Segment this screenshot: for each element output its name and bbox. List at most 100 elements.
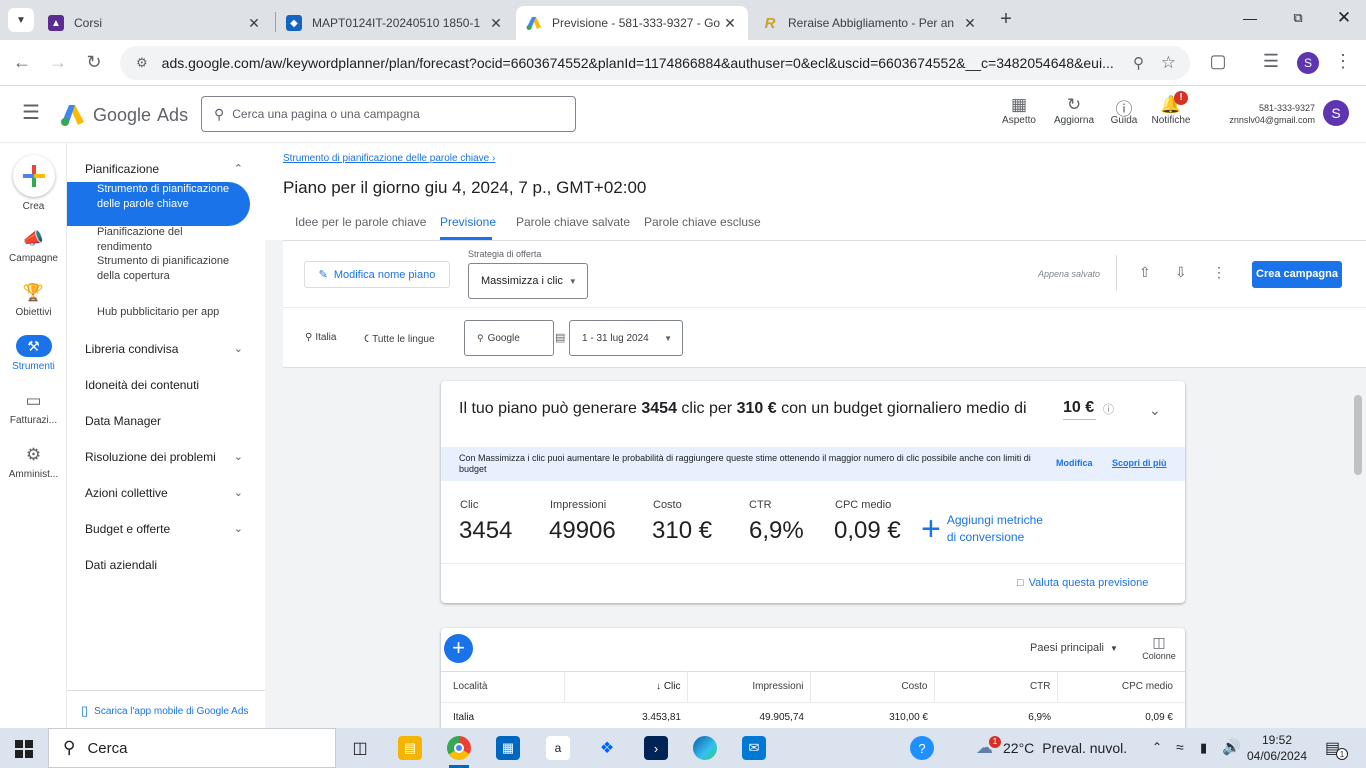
back-icon[interactable]: ← — [10, 52, 34, 73]
mail-icon[interactable]: ✉ — [742, 736, 766, 760]
more-options-icon[interactable]: ⋮ — [1212, 264, 1226, 281]
tab-keyword-ideas[interactable]: Idee per le parole chiave — [295, 215, 426, 229]
column-header-sorted[interactable]: ↓ Clic — [564, 671, 688, 703]
daily-budget-input[interactable]: 10 € — [1063, 399, 1096, 420]
wifi-icon[interactable]: ≈ — [1176, 739, 1184, 755]
sidebar-item-app-hub[interactable]: Hub pubblicitario per app — [97, 305, 267, 320]
browser-tab[interactable]: R Reraise Abbigliamento - Per an ✕ — [752, 6, 988, 40]
date-range-select[interactable]: 1 - 31 lug 2024 ▼ — [569, 320, 683, 356]
create-campaign-button[interactable]: Crea campagna — [1252, 261, 1342, 288]
battery-icon[interactable]: ▮ — [1200, 740, 1207, 756]
account-info[interactable]: 581-333-9327 znnslv04@gmail.com — [1210, 102, 1315, 126]
sidebar-section-troubleshooting[interactable]: Risoluzione dei problemi ⌄ — [85, 450, 255, 464]
scrollbar[interactable] — [1350, 381, 1366, 728]
column-header[interactable]: Località — [441, 671, 565, 703]
mobile-app-link[interactable]: ▯ Scarica l'app mobile di Google Ads — [81, 703, 248, 719]
column-header[interactable]: Impressioni — [687, 671, 811, 703]
dropbox-icon[interactable]: ❖ — [595, 736, 619, 760]
address-bar[interactable]: ⚙ ads.google.com/aw/keywordplanner/plan/… — [120, 46, 1190, 80]
edge-icon[interactable] — [693, 736, 717, 760]
store-icon[interactable]: ▦ — [496, 736, 520, 760]
notifications-button[interactable]: 🔔 Notifiche ! — [1141, 91, 1201, 126]
chrome-icon[interactable] — [447, 736, 471, 760]
tab-search-button[interactable]: ▼ — [8, 8, 34, 32]
sidebar-item-reach-planner[interactable]: Strumento di pianificazione della copert… — [97, 254, 237, 284]
share-icon[interactable]: ⇧ — [1139, 264, 1151, 281]
rail-create[interactable]: Crea — [0, 155, 67, 212]
browser-tab-active[interactable]: Previsione - 581-333-9327 - Go ✕ — [516, 6, 748, 40]
page-search-input[interactable]: ⚲ Cerca una pagina o una campagna — [201, 96, 576, 132]
tab-negative-keywords[interactable]: Parole chiave escluse — [644, 215, 761, 229]
add-conversion-metrics-button[interactable]: + Aggiungi metriche di conversione — [921, 512, 1043, 546]
browser-menu-icon[interactable]: ⋮ — [1331, 51, 1355, 72]
edit-plan-name-button[interactable]: ✎ Modifica nome piano — [304, 261, 450, 288]
taskbar-search-box[interactable]: ⚲ Cerca — [48, 728, 336, 768]
bid-strategy-select[interactable]: Massimizza i clic ▼ — [468, 263, 588, 299]
sidebar-section-content-suitability[interactable]: Idoneità dei contenuti — [85, 378, 255, 392]
file-explorer-icon[interactable]: ▤ — [398, 736, 422, 760]
chevron-up-icon[interactable]: ⌃ — [1152, 740, 1162, 754]
window-close-button[interactable]: ✕ — [1330, 8, 1358, 28]
avatar[interactable]: S — [1323, 100, 1349, 126]
zoom-icon[interactable]: ⚲ — [1133, 54, 1144, 72]
network-filter[interactable]: ⚲ Google — [464, 320, 554, 356]
rail-tools[interactable]: ⚒ Strumenti — [0, 335, 67, 372]
column-header[interactable]: CTR — [934, 671, 1058, 703]
sidebar-section-planning[interactable]: Pianificazione ⌃ — [85, 162, 255, 176]
column-header[interactable]: CPC medio — [1057, 671, 1185, 703]
appearance-button[interactable]: ▦ Aspetto — [989, 95, 1049, 126]
forward-icon[interactable]: → — [46, 52, 70, 73]
tab-saved-keywords[interactable]: Parole chiave salvate — [516, 215, 630, 229]
tab-forecast[interactable]: Previsione — [440, 215, 496, 229]
rail-billing[interactable]: ▭ Fatturazi... — [0, 391, 67, 426]
sidebar-item-performance-planner[interactable]: Pianificazione del rendimento — [97, 225, 237, 255]
sidebar-section-business-data[interactable]: Dati aziendali — [85, 558, 255, 572]
download-icon[interactable]: ⇩ — [1175, 264, 1187, 281]
sidebar-section-budgets[interactable]: Budget e offerte ⌄ — [85, 522, 255, 536]
columns-button[interactable]: ◫ Colonne — [1140, 634, 1178, 661]
info-edit-link[interactable]: Modifica — [1056, 458, 1093, 468]
help-app-icon[interactable]: ? — [910, 736, 934, 760]
google-ads-logo[interactable]: Google Ads — [60, 103, 188, 127]
close-icon[interactable]: ✕ — [722, 15, 738, 32]
rail-campaigns[interactable]: 📣 Campagne — [0, 229, 67, 264]
close-icon[interactable]: ✕ — [488, 15, 504, 32]
add-location-button[interactable]: + — [444, 634, 473, 663]
rail-admin[interactable]: ⚙ Amminist... — [0, 445, 67, 480]
bookmark-star-icon[interactable]: ☆ — [1161, 53, 1176, 73]
hamburger-menu-icon[interactable]: ☰ — [22, 103, 40, 123]
close-icon[interactable]: ✕ — [962, 15, 978, 32]
column-header[interactable]: Costo — [810, 671, 935, 703]
collapse-chevron-icon[interactable]: ⌄ — [1149, 402, 1161, 419]
sidebar-item-keyword-planner[interactable]: Strumento di pianificazione delle parole… — [97, 182, 237, 212]
calendar-icon[interactable]: ▤ — [555, 331, 565, 344]
sidebar-section-data-manager[interactable]: Data Manager — [85, 414, 255, 428]
restore-button[interactable]: ⧉ — [1284, 10, 1312, 26]
media-control-icon[interactable]: ☰ — [1259, 51, 1283, 72]
clock[interactable]: 19:52 04/06/2024 — [1246, 732, 1308, 764]
rail-goals[interactable]: 🏆 Obiettivi — [0, 283, 67, 318]
browser-tab[interactable]: ◆ MAPT0124IT-20240510 1850-1 ✕ — [276, 6, 514, 40]
powershell-icon[interactable]: › — [644, 736, 668, 760]
amazon-icon[interactable]: a — [546, 736, 570, 760]
help-circle-icon[interactable]: ⓘ — [1103, 401, 1114, 417]
minimize-button[interactable]: — — [1236, 10, 1264, 26]
reload-icon[interactable]: ↻ — [82, 52, 106, 73]
breadcrumb[interactable]: Strumento di pianificazione delle parole… — [283, 153, 495, 164]
browser-tab[interactable]: ▲ Corsi ✕ — [38, 6, 272, 40]
rate-forecast-link[interactable]: □ Valuta questa previsione — [1017, 577, 1148, 589]
extensions-icon[interactable]: ▢ — [1206, 51, 1230, 72]
location-filter[interactable]: ⚲ Italia — [305, 332, 336, 343]
windows-start-icon[interactable] — [15, 740, 33, 758]
volume-icon[interactable]: 🔊 — [1222, 738, 1241, 756]
segment-dropdown[interactable]: Paesi principali ▼ — [1030, 642, 1118, 654]
site-settings-icon[interactable]: ⚙ — [136, 55, 148, 71]
task-view-icon[interactable]: ◫ — [348, 736, 372, 760]
sidebar-section-bulk-actions[interactable]: Azioni collettive ⌄ — [85, 486, 255, 500]
language-filter[interactable]: 𐅁 Tutte le lingue — [364, 332, 435, 349]
new-tab-button[interactable]: + — [994, 8, 1018, 32]
sidebar-section-shared-library[interactable]: Libreria condivisa ⌄ — [85, 342, 255, 356]
scrollbar-thumb[interactable] — [1354, 395, 1362, 475]
info-learn-more-link[interactable]: Scopri di più — [1112, 458, 1167, 468]
close-icon[interactable]: ✕ — [246, 15, 262, 32]
